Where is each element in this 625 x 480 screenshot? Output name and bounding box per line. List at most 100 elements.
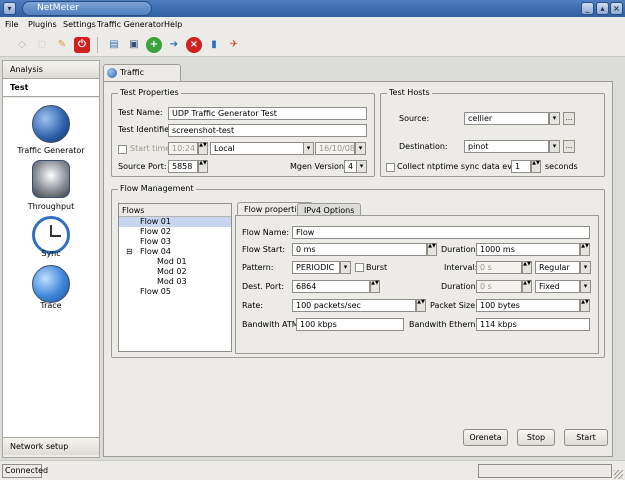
sidebar-item-traffic-generator[interactable]: Traffic Generator: [3, 146, 99, 155]
tree-item-flow-01[interactable]: Flow 01: [140, 217, 171, 227]
trace-globe-icon[interactable]: [32, 265, 70, 303]
minimize-icon[interactable]: _: [581, 2, 594, 15]
burst-checkbox[interactable]: [355, 263, 364, 272]
oreneta-button[interactable]: Oreneta: [463, 429, 508, 446]
sidebar-item-sync[interactable]: Sync: [3, 249, 99, 258]
rate-input[interactable]: 100 packets/sec: [292, 299, 416, 312]
duration2-spinner[interactable]: ▲▼: [522, 280, 532, 293]
start-time-checkbox[interactable]: [118, 145, 127, 154]
test-name-input[interactable]: UDP Traffic Generator Test: [168, 107, 367, 120]
menu-traffic-generator[interactable]: Traffic Generator: [97, 19, 164, 31]
sidebar-tab-network-setup[interactable]: Network setup: [3, 437, 99, 455]
chevron-down-icon[interactable]: ▾: [580, 261, 591, 274]
tree-item-flow-03[interactable]: Flow 03: [140, 237, 171, 247]
interval-mode-select[interactable]: Regular: [535, 261, 580, 274]
burst-label: Burst: [366, 263, 388, 272]
source-select[interactable]: cellier: [464, 112, 549, 125]
start-button[interactable]: Start: [564, 429, 608, 446]
stop-icon[interactable]: ⏻: [74, 37, 90, 53]
chevron-down-icon[interactable]: ▾: [580, 280, 591, 293]
start-time-input[interactable]: 10:24: [168, 142, 198, 155]
test-name-label: Test Name:: [118, 108, 163, 117]
duration2-mode-select[interactable]: Fixed: [535, 280, 580, 293]
tree-item-flow-02[interactable]: Flow 02: [140, 227, 171, 237]
start-time-spinner[interactable]: ▲▼: [198, 142, 208, 155]
rate-spinner[interactable]: ▲▼: [416, 299, 426, 312]
packet-size-input[interactable]: 100 bytes: [476, 299, 580, 312]
flow-start-spinner[interactable]: ▲▼: [427, 243, 437, 256]
tree-item-mod-02[interactable]: Mod 02: [157, 267, 187, 277]
sidebar-tab-test[interactable]: Test: [3, 79, 99, 97]
tree-item-mod-03[interactable]: Mod 03: [157, 277, 187, 287]
duration2-label: Duration:: [441, 282, 479, 291]
title-bar: ▾ NetMeter _ ▴ ×: [0, 0, 625, 17]
window-menu-icon[interactable]: ▾: [3, 2, 16, 15]
collect-interval-spinner[interactable]: ▲▼: [531, 160, 541, 173]
sidebar-tab-analysis[interactable]: Analysis: [3, 61, 99, 79]
interval-input[interactable]: 0 s: [476, 261, 522, 274]
duration-label: Duration:: [441, 245, 479, 254]
chevron-down-icon[interactable]: ▾: [340, 261, 351, 274]
tree-item-mod-01[interactable]: Mod 01: [157, 257, 187, 267]
throughput-icon[interactable]: [32, 160, 70, 198]
toolbar-separator: [97, 37, 98, 53]
forward-icon[interactable]: ➔: [166, 37, 182, 53]
source-port-spinner[interactable]: ▲▼: [198, 160, 208, 173]
save-icon[interactable]: ▣: [126, 37, 142, 53]
menu-plugins[interactable]: Plugins: [28, 19, 57, 31]
duration2-input[interactable]: 0 s: [476, 280, 522, 293]
menu-file[interactable]: File: [5, 19, 18, 31]
source-browse-button[interactable]: ...: [563, 112, 575, 125]
bandwith-ethernet-label: Bandwith Ethernet:: [409, 320, 487, 329]
chevron-down-icon[interactable]: ▾: [549, 112, 560, 125]
pattern-select[interactable]: PERIODIC: [292, 261, 340, 274]
menu-settings[interactable]: Settings: [63, 19, 96, 31]
duration-input[interactable]: 1000 ms: [476, 243, 580, 256]
test-identifier-input[interactable]: screenshot-test: [168, 124, 367, 137]
chevron-down-icon[interactable]: ▾: [549, 140, 560, 153]
dest-port-input[interactable]: 6864: [292, 280, 370, 293]
resize-grip-icon[interactable]: [614, 470, 623, 479]
stop-button[interactable]: Stop: [517, 429, 555, 446]
tree-item-flow-05[interactable]: Flow 05: [140, 287, 171, 297]
globe-icon[interactable]: [32, 105, 70, 143]
collect-ntptime-checkbox[interactable]: [386, 163, 395, 172]
chevron-down-icon[interactable]: ▾: [356, 160, 367, 173]
edit-icon[interactable]: ✎: [54, 37, 70, 53]
folder-icon[interactable]: ▤: [106, 37, 122, 53]
remove-icon[interactable]: ×: [186, 37, 202, 53]
collect-ntptime-label: Collect ntptime sync data every: [397, 162, 525, 171]
open-icon[interactable]: ◌: [34, 37, 50, 53]
clock-hand: [51, 235, 61, 237]
timezone-select[interactable]: Local: [210, 142, 304, 155]
start-time-label: Start time:: [130, 144, 173, 153]
destination-browse-button[interactable]: ...: [563, 140, 575, 153]
date-input[interactable]: 16/10/08: [315, 142, 355, 155]
tab-traffic-generator[interactable]: Traffic Generator: [103, 64, 181, 93]
flow-name-label: Flow Name:: [242, 228, 290, 237]
flows-tree[interactable]: Flows Flow 01 Flow 02 Flow 03 ⊟ Flow 04 …: [118, 203, 232, 352]
menu-help[interactable]: Help: [164, 19, 182, 31]
chevron-down-icon[interactable]: ▾: [303, 142, 314, 155]
maximize-icon[interactable]: ▴: [596, 2, 609, 15]
source-port-input[interactable]: 5858: [168, 160, 198, 173]
duration-spinner[interactable]: ▲▼: [580, 243, 590, 256]
tree-expander-icon[interactable]: ⊟: [126, 247, 133, 257]
chevron-down-icon[interactable]: ▾: [355, 142, 366, 155]
sidebar-item-throughput[interactable]: Throughput: [3, 202, 99, 211]
interval-spinner[interactable]: ▲▼: [522, 261, 532, 274]
close-icon[interactable]: ×: [610, 2, 623, 15]
destination-select[interactable]: pinot: [464, 140, 549, 153]
database-icon[interactable]: ▮: [206, 37, 222, 53]
flow-name-input[interactable]: Flow: [292, 226, 590, 239]
rocket-icon[interactable]: ✈: [226, 37, 242, 53]
destination-label: Destination:: [399, 142, 448, 151]
flow-start-input[interactable]: 0 ms: [292, 243, 427, 256]
add-icon[interactable]: +: [146, 37, 162, 53]
new-icon[interactable]: ◇: [14, 37, 30, 53]
tree-item-flow-04[interactable]: Flow 04: [140, 247, 171, 257]
dest-port-spinner[interactable]: ▲▼: [370, 280, 380, 293]
collect-interval-input[interactable]: 1: [511, 160, 531, 173]
sidebar-item-trace[interactable]: Trace: [3, 301, 99, 310]
packet-size-spinner[interactable]: ▲▼: [580, 299, 590, 312]
